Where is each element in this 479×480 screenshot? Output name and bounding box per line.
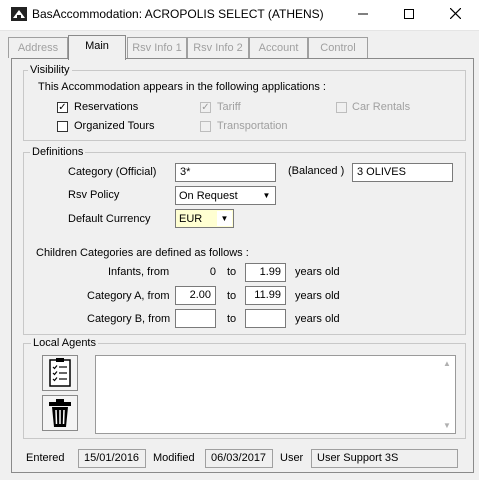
children-categories-intro: Children Categories are defined as follo… [36,247,249,259]
maximize-icon [404,9,414,19]
minimize-button[interactable] [340,0,386,30]
reservations-label: Reservations [74,101,139,113]
definitions-legend: Definitions [30,146,86,158]
category-a-to-label: to [227,290,237,302]
visibility-legend: Visibility [28,64,72,76]
category-a-label: Category A, from [87,290,170,302]
minimize-icon [358,13,368,15]
tab-control[interactable]: Control [308,37,368,58]
category-a-to-input[interactable]: 11.99 [245,286,286,305]
rsv-policy-label: Rsv Policy [68,189,120,201]
visibility-description: This Accommodation appears in the follow… [38,81,326,93]
rsv-policy-value: On Request [179,190,238,202]
tab-account[interactable]: Account [249,37,308,58]
balanced-input[interactable]: 3 OLIVES [352,163,453,182]
user-label: User [280,452,304,464]
category-b-years-label: years old [295,313,340,325]
trash-icon [49,399,71,427]
tab-address[interactable]: Address [8,37,68,58]
close-button[interactable] [432,0,478,30]
modified-label: Modified [153,452,195,464]
maximize-button[interactable] [386,0,432,30]
infants-years-label: years old [295,266,340,278]
infants-to-input[interactable]: 1.99 [245,263,286,282]
category-official-input[interactable]: 3* [175,163,276,182]
default-currency-label: Default Currency [68,213,151,225]
car-rentals-checkbox[interactable] [336,102,347,113]
default-currency-select[interactable]: EUR ▼ [175,209,234,228]
category-b-to-label: to [227,313,237,325]
transportation-checkbox[interactable] [200,121,211,132]
local-agents-legend: Local Agents [31,337,98,349]
tariff-label: Tariff [217,101,241,113]
infants-label: Infants, from [108,266,170,278]
checklist-icon [49,358,71,387]
balanced-label: (Balanced ) [288,165,345,177]
close-icon [449,7,461,20]
user-value: User Support 3S [311,449,458,468]
title-bar: BasAccommodation: ACROPOLIS SELECT (ATHE… [0,0,479,31]
window-title: BasAccommodation: ACROPOLIS SELECT (ATHE… [32,7,324,21]
category-b-to-input[interactable] [245,309,286,328]
category-b-from-input[interactable] [175,309,216,328]
infants-from-value: 0 [209,266,216,278]
car-rentals-label: Car Rentals [352,101,411,113]
category-official-label: Category (Official) [68,166,157,178]
tab-main[interactable]: Main [68,35,126,60]
scroll-down-icon[interactable]: ▼ [441,421,453,430]
delete-agent-button[interactable] [42,395,78,431]
category-a-years-label: years old [295,290,340,302]
tariff-checkbox[interactable]: ✓ [200,102,211,113]
chevron-down-icon: ▼ [262,191,271,200]
transportation-label: Transportation [217,120,288,132]
organized-tours-label: Organized Tours [74,120,155,132]
rsv-policy-select[interactable]: On Request ▼ [175,186,276,205]
reservations-checkbox[interactable]: ✓ [57,102,68,113]
organized-tours-checkbox[interactable] [57,121,68,132]
tab-rsv-info-2[interactable]: Rsv Info 2 [187,37,249,58]
entered-date: 15/01/2016 [78,449,146,468]
category-b-label: Category B, from [87,313,171,325]
app-icon [11,7,27,21]
local-agents-textarea[interactable]: ▲ ▼ [95,355,456,434]
modified-date: 06/03/2017 [205,449,273,468]
agents-list-button[interactable] [42,355,78,391]
scroll-up-icon[interactable]: ▲ [441,359,453,368]
tab-rsv-info-1[interactable]: Rsv Info 1 [127,37,187,58]
category-a-from-input[interactable]: 2.00 [175,286,216,305]
infants-to-label: to [227,266,237,278]
default-currency-value: EUR [179,213,203,225]
chevron-down-icon: ▼ [217,211,232,226]
entered-label: Entered [26,452,65,464]
